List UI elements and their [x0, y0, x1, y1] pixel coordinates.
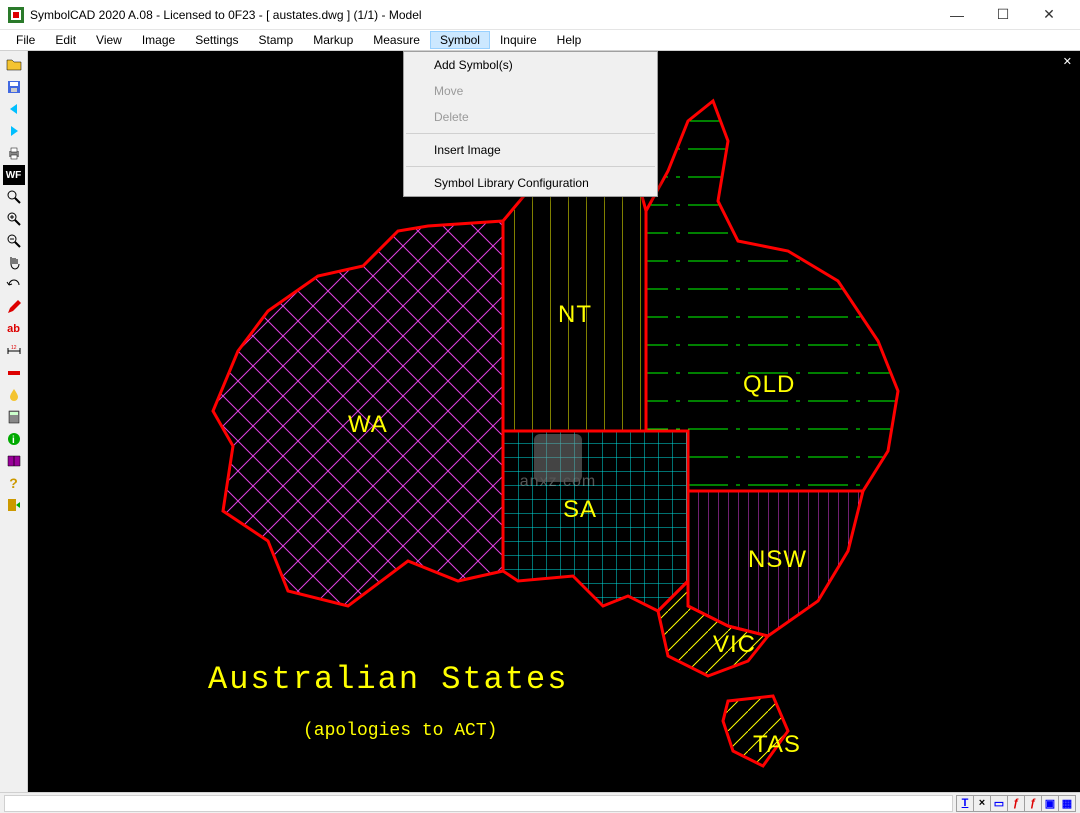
paint-drop-icon[interactable]	[3, 385, 25, 405]
menu-settings[interactable]: Settings	[185, 31, 248, 49]
window-title: SymbolCAD 2020 A.08 - Licensed to 0F23 -…	[30, 8, 934, 22]
menubar: File Edit View Image Settings Stamp Mark…	[0, 30, 1080, 51]
state-label-nsw: NSW	[748, 546, 807, 574]
back-icon[interactable]	[3, 99, 25, 119]
status-btn-text[interactable]: T	[956, 795, 974, 812]
menu-file[interactable]: File	[6, 31, 45, 49]
menu-measure[interactable]: Measure	[363, 31, 430, 49]
status-btn-screen1[interactable]: ▣	[1041, 795, 1059, 812]
dropdown-add-symbols[interactable]: Add Symbol(s)	[404, 52, 657, 78]
titlebar: SymbolCAD 2020 A.08 - Licensed to 0F23 -…	[0, 0, 1080, 30]
pan-icon[interactable]	[3, 253, 25, 273]
red-line-icon[interactable]	[3, 363, 25, 383]
dropdown-separator	[406, 133, 655, 134]
menu-stamp[interactable]: Stamp	[249, 31, 304, 49]
watermark: anxz.com	[468, 423, 648, 493]
status-btn-close[interactable]: ×	[973, 795, 991, 812]
dropdown-separator	[406, 166, 655, 167]
forward-icon[interactable]	[3, 121, 25, 141]
save-icon[interactable]	[3, 77, 25, 97]
zoom-icon[interactable]	[3, 187, 25, 207]
dropdown-delete: Delete	[404, 104, 657, 130]
menu-image[interactable]: Image	[132, 31, 185, 49]
left-toolbar: WF ab 12 i ?	[0, 51, 28, 792]
ab-text-icon[interactable]: ab	[3, 319, 25, 339]
symbol-dropdown: Add Symbol(s) Move Delete Insert Image S…	[403, 51, 658, 197]
menu-symbol[interactable]: Symbol	[430, 31, 490, 49]
status-buttons: T × ▭ ƒ ƒ ▣ ▦	[957, 795, 1080, 812]
print-icon[interactable]	[3, 143, 25, 163]
dropdown-insert-image[interactable]: Insert Image	[404, 137, 657, 163]
status-btn-screen2[interactable]: ▦	[1058, 795, 1076, 812]
menu-view[interactable]: View	[86, 31, 132, 49]
menu-help[interactable]: Help	[547, 31, 592, 49]
dropdown-move: Move	[404, 78, 657, 104]
map-title: Australian States	[208, 661, 568, 698]
menu-markup[interactable]: Markup	[303, 31, 363, 49]
calc-icon[interactable]	[3, 407, 25, 427]
state-label-nt: NT	[558, 301, 592, 329]
state-label-sa: SA	[563, 496, 597, 524]
svg-text:12: 12	[11, 345, 17, 351]
state-label-qld: QLD	[743, 371, 795, 399]
status-text	[4, 795, 953, 812]
menu-edit[interactable]: Edit	[45, 31, 86, 49]
open-icon[interactable]	[3, 55, 25, 75]
state-label-vic: VIC	[713, 631, 756, 659]
help-icon[interactable]: ?	[3, 473, 25, 493]
menu-inquire[interactable]: Inquire	[490, 31, 547, 49]
zoom-in-icon[interactable]	[3, 209, 25, 229]
dropdown-symbol-library-config[interactable]: Symbol Library Configuration	[404, 170, 657, 196]
undo-icon[interactable]	[3, 275, 25, 295]
status-btn-fn2[interactable]: ƒ	[1024, 795, 1042, 812]
maximize-button[interactable]: ☐	[980, 0, 1026, 30]
book-icon[interactable]	[3, 451, 25, 471]
state-label-tas: TAS	[753, 731, 801, 759]
close-button[interactable]: ✕	[1026, 0, 1072, 30]
exit-icon[interactable]	[3, 495, 25, 515]
zoom-out-icon[interactable]	[3, 231, 25, 251]
pencil-icon[interactable]	[3, 297, 25, 317]
watermark-text: anxz.com	[520, 473, 596, 491]
minimize-button[interactable]: —	[934, 0, 980, 30]
map-subtitle: (apologies to ACT)	[303, 721, 497, 741]
svg-text:i: i	[12, 435, 15, 446]
text-format-icon[interactable]: WF	[3, 165, 25, 185]
state-label-wa: WA	[348, 411, 388, 439]
dimension-icon[interactable]: 12	[3, 341, 25, 361]
statusbar: T × ▭ ƒ ƒ ▣ ▦	[0, 792, 1080, 813]
status-btn-fn1[interactable]: ƒ	[1007, 795, 1025, 812]
app-icon	[8, 7, 24, 23]
status-btn-window[interactable]: ▭	[990, 795, 1008, 812]
info-icon[interactable]: i	[3, 429, 25, 449]
